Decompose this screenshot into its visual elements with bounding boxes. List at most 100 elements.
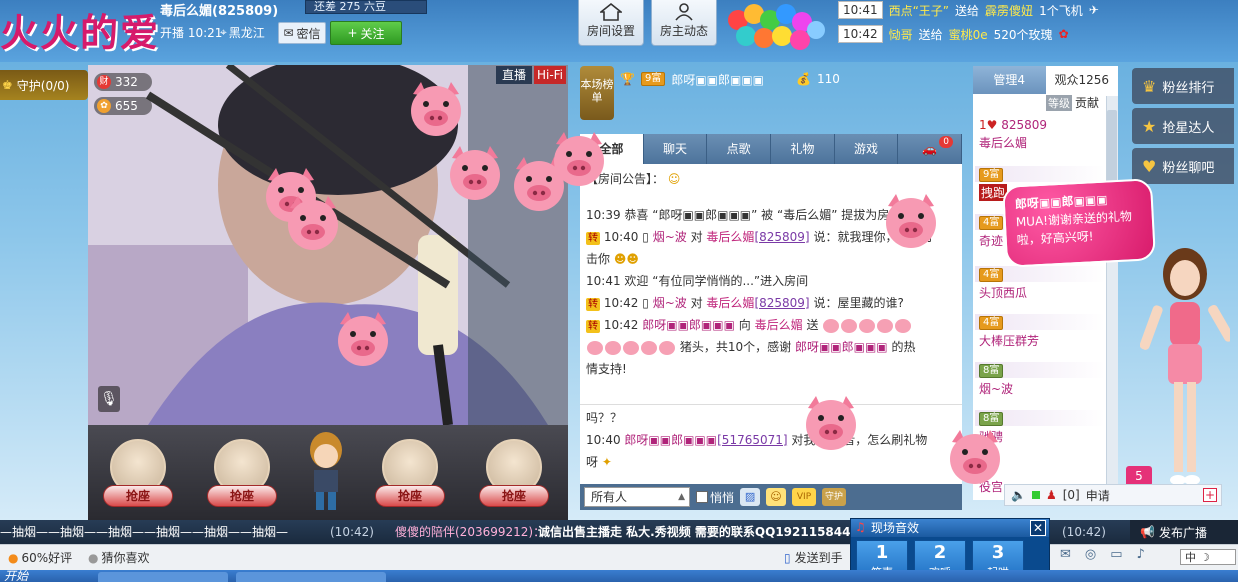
message-user[interactable]: 郎呀▣▣郎▣▣▣ xyxy=(624,433,717,447)
tab-song-request[interactable]: 点歌 xyxy=(707,134,772,164)
chat-bubble-icon[interactable]: ✉ xyxy=(1060,547,1071,562)
fan-ranking-button[interactable]: ♛ 粉丝排行 xyxy=(1132,68,1234,104)
speaker-icon[interactable]: 🔈 xyxy=(1011,488,1026,502)
host-dynamic-button[interactable]: 房主动态 xyxy=(651,0,717,46)
viewer-name[interactable]: 役宫 xyxy=(979,478,1003,495)
grab-seat-button[interactable]: 抢座 xyxy=(103,485,173,507)
ime-bar[interactable]: 中 ☽ xyxy=(1180,549,1236,565)
ticker-target[interactable]: 霹雳傻妞 xyxy=(985,2,1033,19)
message-host[interactable]: 毒后么媚 xyxy=(706,296,754,310)
pig-gift-icon xyxy=(641,340,657,355)
seat-slot[interactable]: 抢座 xyxy=(207,433,277,513)
ticker-user[interactable]: 西点“王子” xyxy=(889,2,949,19)
broadcast-time: (10:42) xyxy=(330,525,374,539)
broadcast-user[interactable]: 傻傻的陪伴(203699212)： xyxy=(395,520,545,544)
window-icon[interactable]: ▭ xyxy=(1110,547,1122,562)
guitar-icon: ♫ xyxy=(855,520,866,534)
grab-seat-button[interactable]: 抢座 xyxy=(207,485,277,507)
charm-chip: ✿ 655 xyxy=(94,97,152,115)
follow-button[interactable]: + 关注 xyxy=(330,21,402,45)
recipient-select[interactable]: 所有人 xyxy=(584,487,690,507)
room-settings-button[interactable]: 房间设置 xyxy=(578,0,644,46)
viewer-name[interactable]: 驰骋 xyxy=(979,428,1003,445)
send-to-phone[interactable]: ▯ 发送到手 xyxy=(784,549,843,566)
tab-all[interactable]: 全部 xyxy=(580,134,644,164)
taskbar-item[interactable] xyxy=(98,572,228,582)
message-id[interactable]: [51765071] xyxy=(717,433,787,447)
add-apply-button[interactable]: + xyxy=(1203,488,1217,502)
message-id[interactable]: [825809] xyxy=(754,296,809,310)
viewer-row[interactable]: 8富 驰骋 xyxy=(975,410,1105,446)
seat-slot[interactable]: 抢座 xyxy=(103,433,173,513)
grab-seat-button[interactable]: 抢座 xyxy=(479,485,549,507)
viewer-row[interactable]: 1♥ 825809 毒后么媚 xyxy=(975,116,1105,152)
ticker-target[interactable]: 蜜桃0e xyxy=(949,26,988,43)
private-checkbox[interactable]: 悄悄 xyxy=(696,489,734,506)
viewer-row[interactable]: 4富 大棒压群芳 xyxy=(975,314,1105,350)
publish-broadcast-button[interactable]: 📢 发布广播 xyxy=(1130,520,1238,544)
close-icon[interactable]: ✕ xyxy=(1030,520,1046,536)
message-button[interactable]: ✉ 密信 xyxy=(278,22,326,44)
tab-chat[interactable]: 聊天 xyxy=(644,134,708,164)
viewer-row[interactable]: 4富 头顶西瓜 xyxy=(975,266,1105,302)
viewer-row[interactable]: 8富 烟~波 xyxy=(975,362,1105,398)
emoji-icon: ☻☻ xyxy=(613,252,639,266)
taskbar-item[interactable] xyxy=(236,572,386,582)
vip-button[interactable]: VIP xyxy=(792,488,817,506)
seat-slot[interactable]: 抢座 xyxy=(479,433,549,513)
emoji-icon[interactable]: ☺ xyxy=(766,488,787,506)
rating-chip[interactable]: ● 60%好评 xyxy=(8,549,72,566)
video-stream[interactable] xyxy=(88,65,568,425)
tab-games[interactable]: 游戏 xyxy=(835,134,899,164)
viewer-name[interactable]: 烟~波 xyxy=(979,380,1013,397)
top-fan-name[interactable]: 郎呀▣▣郎▣▣▣ xyxy=(671,71,764,88)
guard-strip[interactable]: ♚ 守护(0/0) xyxy=(0,70,88,100)
location-chip: ⌖ 黑龙江 xyxy=(220,24,265,41)
browser-icon[interactable]: ◎ xyxy=(1085,547,1096,562)
viewer-name[interactable]: 大棒压群芳 xyxy=(979,332,1039,349)
top-fan-level: 9富 xyxy=(640,72,666,86)
smile-icon: ☺ xyxy=(667,172,681,186)
sort-contribution[interactable]: 贡献 xyxy=(1075,94,1099,111)
fan-chat-button[interactable]: ♥ 粉丝聊吧 xyxy=(1132,148,1234,184)
microphone-icon[interactable]: 🎙 xyxy=(98,386,120,412)
tab-gifts[interactable]: 礼物 xyxy=(771,134,835,164)
viewer-tabs: 管理4 观众1256 xyxy=(973,66,1118,94)
tab-admins[interactable]: 管理4 xyxy=(973,66,1046,94)
sort-level[interactable]: 等级 xyxy=(1046,94,1072,111)
message-user[interactable]: 烟~波 xyxy=(653,296,687,310)
message-user[interactable]: 郎呀▣▣郎▣▣▣ xyxy=(795,340,888,354)
forward-icon: 转 xyxy=(586,232,600,245)
message-user[interactable]: 烟~波 xyxy=(653,230,687,244)
tab-audience[interactable]: 观众1256 xyxy=(1045,66,1118,94)
message-host[interactable]: 毒后么媚 xyxy=(706,230,754,244)
checkbox-box[interactable] xyxy=(696,491,708,503)
image-icon[interactable]: ▨ xyxy=(740,488,761,506)
ticker-action: 送给 xyxy=(955,3,980,18)
grab-seat-button[interactable]: 抢座 xyxy=(375,485,445,507)
viewer-name[interactable]: 头顶西瓜 xyxy=(979,284,1027,301)
viewer-name[interactable]: 奇迹 xyxy=(979,232,1003,249)
viewer-name[interactable]: 毒后么媚 xyxy=(979,134,1027,151)
volume-icon[interactable]: ♪ xyxy=(1137,547,1145,562)
sparkle-icon: ✦ xyxy=(601,455,612,469)
private-chat-feed[interactable]: 吗？？ 10:40 郎呀▣▣郎▣▣▣[51765071] 对我说： 者，怎么刷礼… xyxy=(580,404,962,484)
ticker-user[interactable]: 恸哥 xyxy=(889,26,913,43)
send-to-label: 发送到手 xyxy=(794,551,843,565)
message-time: 10:40 xyxy=(603,230,639,244)
recommend-chip[interactable]: ● 猜你喜欢 xyxy=(88,549,150,566)
wealth-value: 332 xyxy=(115,75,138,89)
anchor-rank-button[interactable]: 本场榜单 xyxy=(580,66,614,120)
user-icon xyxy=(675,3,693,21)
guard-button[interactable]: 守护 xyxy=(822,488,847,506)
start-button[interactable]: 开始 xyxy=(4,570,28,582)
star-hunter-button[interactable]: ★ 抢星达人 xyxy=(1132,108,1234,144)
chat-feed[interactable]: 【房间公告】： ☺ 10:39 恭喜 “郎呀▣▣郎▣▣▣” 被 “毒后么媚” 提… xyxy=(580,164,962,409)
tab-car[interactable]: 🚗 0 xyxy=(898,134,963,164)
top-fan-bar: 🏆 9富 郎呀▣▣郎▣▣▣ 💰 110 xyxy=(620,66,970,92)
apply-label[interactable]: 申请 xyxy=(1086,487,1110,504)
message-host[interactable]: 毒后么媚 xyxy=(755,318,803,332)
seat-slot[interactable]: 抢座 xyxy=(375,433,445,513)
message-id[interactable]: [825809] xyxy=(754,230,809,244)
message-user[interactable]: 郎呀▣▣郎▣▣▣ xyxy=(642,318,735,332)
